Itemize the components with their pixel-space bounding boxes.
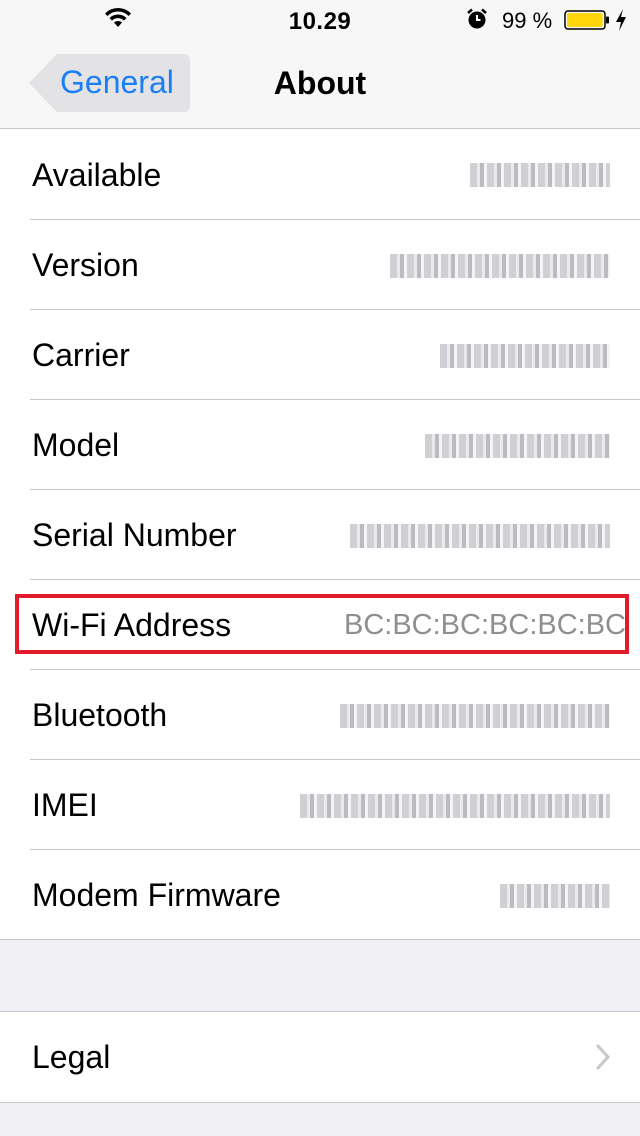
wifi-address-highlight	[15, 594, 629, 654]
row-label: Carrier	[32, 337, 130, 373]
page-title: About	[273, 65, 367, 101]
chevron-right-icon	[596, 1044, 610, 1070]
row-label: Legal	[32, 1039, 111, 1075]
navigation-bar: General About	[0, 40, 640, 129]
redacted-value	[300, 794, 610, 818]
redacted-value	[470, 163, 610, 187]
redacted-value	[440, 344, 610, 368]
redacted-value	[390, 254, 610, 278]
row-label: Version	[32, 247, 139, 283]
battery-percent: 99 %	[502, 8, 553, 33]
row-label: Serial Number	[32, 517, 237, 553]
redacted-value	[500, 884, 610, 908]
row-serial-number: Serial Number	[0, 490, 640, 580]
status-bar: 10.29 99 %	[0, 0, 640, 40]
legal-group: Legal	[0, 1011, 640, 1103]
row-model: Model	[0, 400, 640, 490]
row-label: Modem Firmware	[32, 877, 281, 913]
row-label: Bluetooth	[32, 697, 168, 733]
row-bluetooth: Bluetooth	[0, 670, 640, 760]
row-imei: IMEI	[0, 760, 640, 850]
row-carrier: Carrier	[0, 310, 640, 400]
battery-icon	[564, 10, 609, 30]
about-info-list: Available Version Carrier Model Serial N…	[0, 129, 640, 940]
redacted-value	[350, 524, 610, 548]
redacted-value	[425, 434, 610, 458]
charging-bolt-icon	[616, 9, 626, 31]
row-version: Version	[0, 220, 640, 310]
row-legal[interactable]: Legal	[0, 1012, 640, 1102]
redacted-value	[340, 704, 610, 728]
row-label: Model	[32, 427, 120, 463]
row-modem-firmware: Modem Firmware	[0, 850, 640, 940]
row-label: Available	[32, 157, 162, 193]
row-available: Available	[0, 129, 640, 220]
row-label: IMEI	[32, 787, 98, 823]
alarm-icon	[467, 8, 487, 29]
